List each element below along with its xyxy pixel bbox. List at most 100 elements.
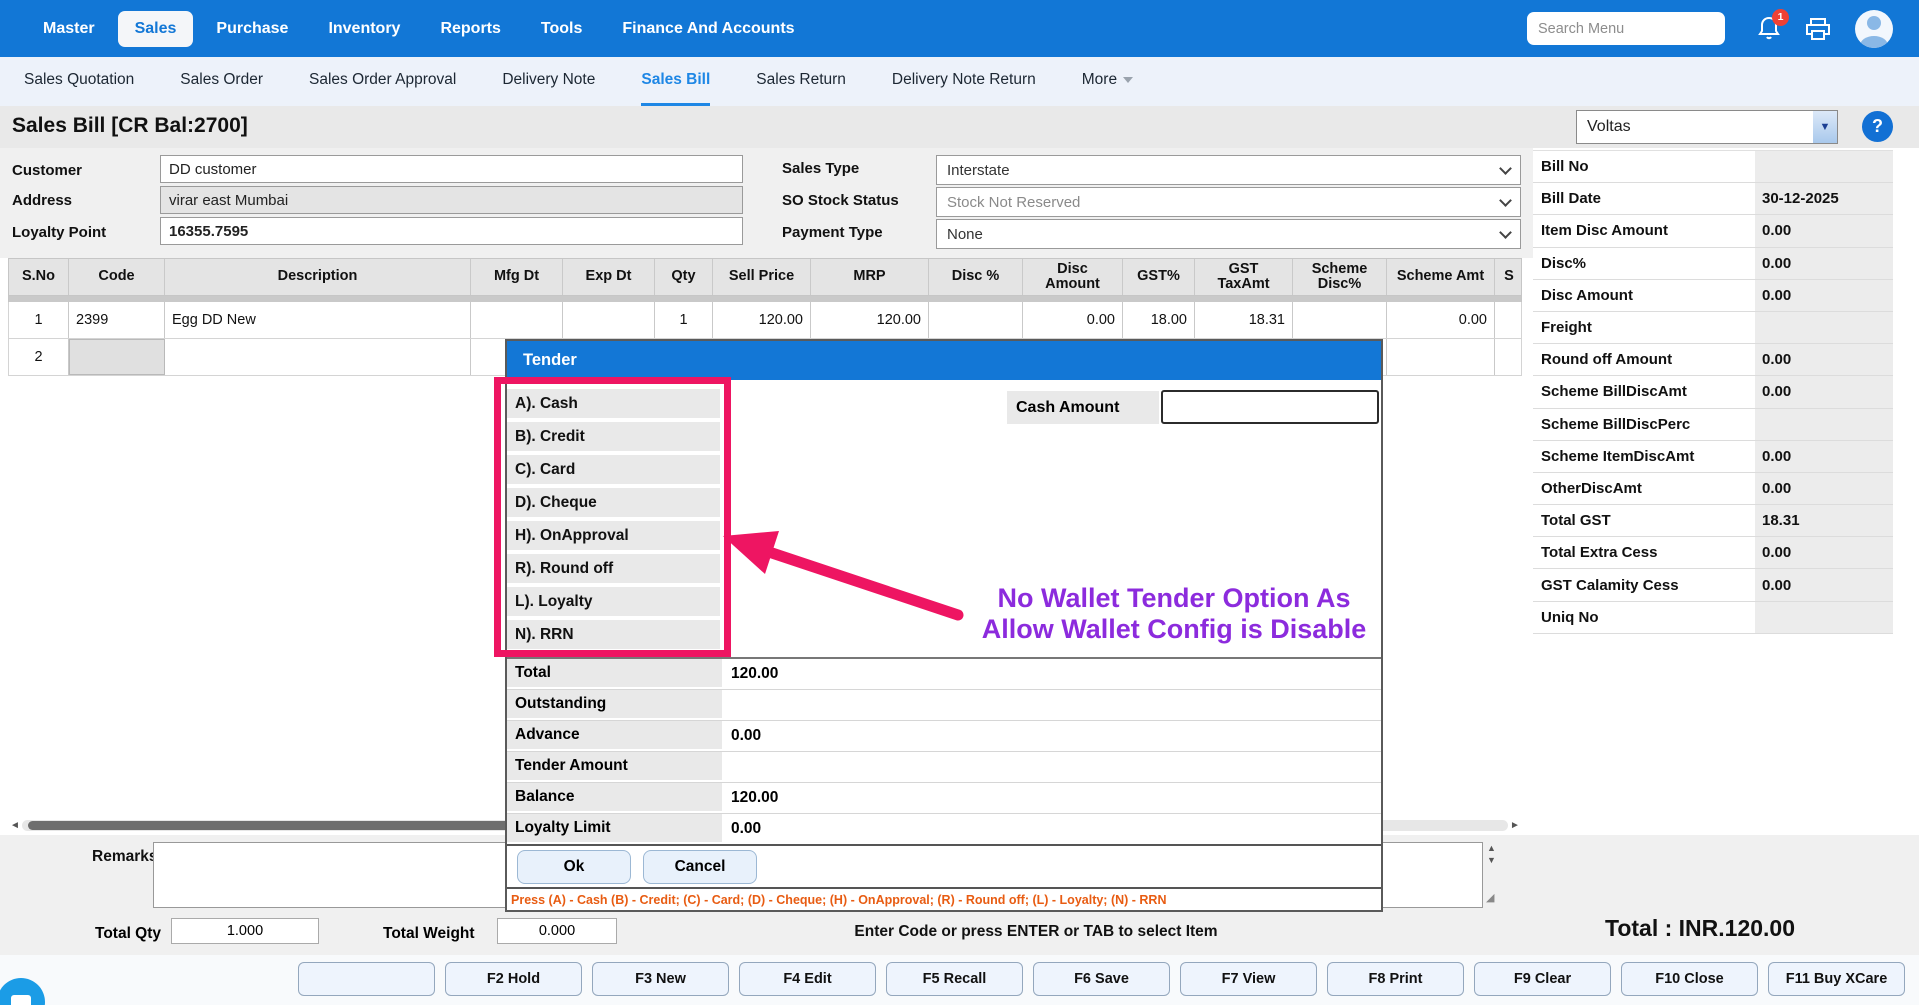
grid-cell[interactable]: 0.00 bbox=[1023, 302, 1123, 338]
top-nav-item[interactable]: Tools bbox=[524, 11, 599, 47]
grid-cell[interactable] bbox=[1293, 302, 1387, 338]
address-input[interactable] bbox=[160, 186, 743, 214]
tender-option[interactable]: H). OnApproval bbox=[507, 521, 720, 550]
function-key-button[interactable]: F2 Hold bbox=[445, 962, 582, 996]
payment-type-select[interactable]: None bbox=[936, 219, 1521, 249]
grid-cell[interactable] bbox=[929, 302, 1023, 338]
grid-column-header[interactable]: MRP bbox=[811, 259, 929, 295]
grid-cell[interactable] bbox=[1387, 339, 1495, 375]
function-key-button[interactable]: F4 Edit bbox=[739, 962, 876, 996]
summary-value[interactable]: 0.00 bbox=[1755, 344, 1893, 376]
user-avatar[interactable] bbox=[1855, 9, 1893, 48]
grid-cell[interactable]: 120.00 bbox=[713, 302, 811, 338]
function-key-button[interactable]: F8 Print bbox=[1327, 962, 1464, 996]
function-key-button[interactable]: F5 Recall bbox=[886, 962, 1023, 996]
grid-column-header[interactable]: Scheme Disc% bbox=[1293, 259, 1387, 295]
function-key-button[interactable] bbox=[298, 962, 435, 996]
grid-column-header[interactable]: S.No bbox=[9, 259, 69, 295]
company-selector[interactable]: Voltas ▼ bbox=[1576, 110, 1838, 144]
tender-option[interactable]: C). Card bbox=[507, 455, 720, 484]
sub-nav-item[interactable]: Sales Bill bbox=[641, 57, 711, 106]
summary-value[interactable]: 0.00 bbox=[1755, 279, 1893, 311]
tender-option[interactable]: N). RRN bbox=[507, 620, 720, 649]
top-nav-item[interactable]: Reports bbox=[423, 11, 517, 47]
scroll-down-icon[interactable]: ▼ bbox=[1487, 855, 1496, 865]
cash-amount-input[interactable] bbox=[1161, 390, 1379, 424]
sub-nav-more[interactable]: More bbox=[1082, 57, 1134, 106]
tender-option[interactable]: R). Round off bbox=[507, 554, 720, 583]
ok-button[interactable]: Ok bbox=[517, 849, 631, 884]
grid-column-header[interactable]: Description bbox=[165, 259, 471, 295]
summary-value[interactable] bbox=[1755, 601, 1893, 633]
grid-cell[interactable] bbox=[165, 339, 471, 375]
resize-handle-icon[interactable]: ◢ bbox=[1486, 891, 1494, 904]
tender-option[interactable]: L). Loyalty bbox=[507, 587, 720, 616]
summary-value[interactable]: 0.00 bbox=[1755, 472, 1893, 505]
grid-cell[interactable]: 2 bbox=[9, 339, 69, 375]
grid-cell[interactable] bbox=[69, 339, 165, 375]
scroll-right-icon[interactable]: ► bbox=[1508, 820, 1522, 831]
grid-column-header[interactable]: Exp Dt bbox=[563, 259, 655, 295]
top-nav-item[interactable]: Sales bbox=[117, 10, 194, 47]
summary-value[interactable] bbox=[1755, 151, 1893, 183]
tender-option[interactable]: B). Credit bbox=[507, 422, 720, 451]
function-key-button[interactable]: F3 New bbox=[592, 962, 729, 996]
total-qty-input[interactable] bbox=[171, 918, 319, 944]
grid-cell[interactable]: 18.00 bbox=[1123, 302, 1195, 338]
function-key-button[interactable]: F9 Clear bbox=[1474, 962, 1611, 996]
summary-value[interactable] bbox=[1755, 408, 1893, 440]
dropdown-arrow-icon[interactable]: ▼ bbox=[1813, 111, 1837, 143]
loyalty-point-input[interactable] bbox=[160, 217, 743, 245]
scroll-up-icon[interactable]: ▲ bbox=[1487, 843, 1496, 853]
summary-value[interactable]: 18.31 bbox=[1755, 505, 1893, 537]
sub-nav-item[interactable]: Sales Order bbox=[180, 57, 263, 106]
grid-column-header[interactable]: Disc % bbox=[929, 259, 1023, 295]
summary-value[interactable]: 0.00 bbox=[1755, 537, 1893, 569]
function-key-button[interactable]: F11 Buy XCare bbox=[1768, 962, 1905, 996]
grid-cell[interactable]: 1 bbox=[655, 302, 713, 338]
summary-value[interactable]: 30-12-2025 bbox=[1755, 183, 1893, 215]
sub-nav-item[interactable]: Sales Return bbox=[756, 57, 846, 106]
search-input[interactable] bbox=[1527, 12, 1725, 45]
grid-column-header[interactable]: Sell Price bbox=[713, 259, 811, 295]
customer-input[interactable] bbox=[160, 155, 743, 183]
grid-column-header[interactable]: Code bbox=[69, 259, 165, 295]
sub-nav-item[interactable]: Sales Quotation bbox=[24, 57, 134, 106]
grid-cell[interactable]: 1 bbox=[9, 302, 69, 338]
grid-column-header[interactable]: S bbox=[1495, 259, 1523, 295]
grid-cell[interactable] bbox=[1495, 302, 1523, 338]
summary-value[interactable]: 0.00 bbox=[1755, 569, 1893, 601]
grid-cell[interactable] bbox=[471, 302, 563, 338]
grid-cell[interactable]: 0.00 bbox=[1387, 302, 1495, 338]
summary-value[interactable]: 0.00 bbox=[1755, 440, 1893, 472]
sub-nav-item[interactable]: Sales Order Approval bbox=[309, 57, 456, 106]
grid-column-header[interactable]: Mfg Dt bbox=[471, 259, 563, 295]
top-nav-item[interactable]: Finance And Accounts bbox=[605, 11, 811, 47]
top-nav-item[interactable]: Inventory bbox=[311, 11, 417, 47]
top-nav-item[interactable]: Purchase bbox=[199, 11, 305, 47]
grid-column-header[interactable]: GST% bbox=[1123, 259, 1195, 295]
help-button[interactable]: ? bbox=[1862, 111, 1893, 142]
remarks-scroll-arrows[interactable]: ▲ ▼ bbox=[1487, 843, 1496, 865]
grid-column-header[interactable]: GST TaxAmt bbox=[1195, 259, 1293, 295]
top-nav-item[interactable]: Master bbox=[26, 11, 112, 47]
grid-column-header[interactable]: Qty bbox=[655, 259, 713, 295]
cancel-button[interactable]: Cancel bbox=[643, 849, 757, 884]
grid-cell[interactable]: Egg DD New bbox=[165, 302, 471, 338]
summary-value[interactable] bbox=[1755, 311, 1893, 344]
grid-cell[interactable] bbox=[563, 302, 655, 338]
grid-column-header[interactable]: Scheme Amt bbox=[1387, 259, 1495, 295]
tender-option[interactable]: A). Cash bbox=[507, 389, 720, 418]
function-key-button[interactable]: F7 View bbox=[1180, 962, 1317, 996]
sub-nav-item[interactable]: Delivery Note Return bbox=[892, 57, 1036, 106]
scroll-left-icon[interactable]: ◄ bbox=[8, 820, 22, 831]
notification-bell-button[interactable]: 1 bbox=[1757, 8, 1789, 42]
sales-type-select[interactable]: Interstate bbox=[936, 155, 1521, 185]
total-weight-input[interactable] bbox=[497, 918, 617, 944]
grid-cell[interactable]: 2399 bbox=[69, 302, 165, 338]
summary-value[interactable]: 0.00 bbox=[1755, 376, 1893, 408]
grid-column-header[interactable]: Disc Amount bbox=[1023, 259, 1123, 295]
so-stock-status-select[interactable]: Stock Not Reserved bbox=[936, 187, 1521, 217]
summary-value[interactable]: 0.00 bbox=[1755, 215, 1893, 247]
function-key-button[interactable]: F6 Save bbox=[1033, 962, 1170, 996]
